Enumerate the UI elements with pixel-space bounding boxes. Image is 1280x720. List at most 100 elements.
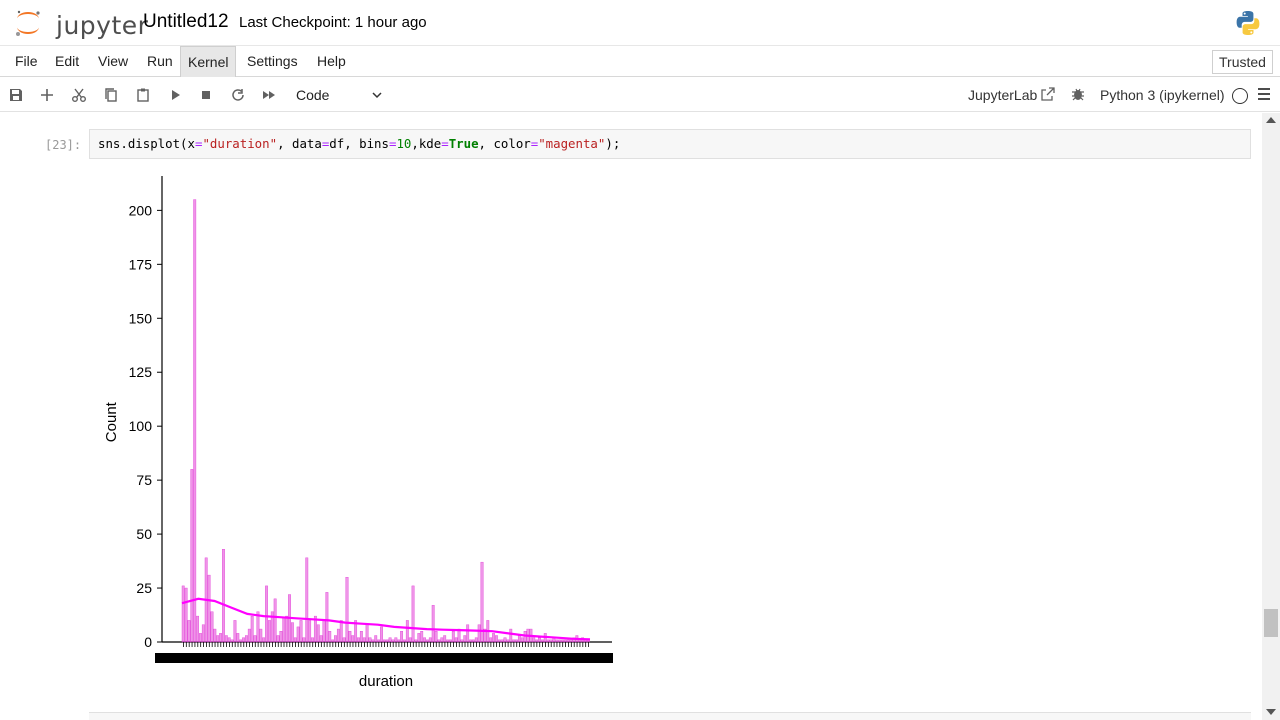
histogram-bar [305,557,309,643]
cut-button[interactable] [67,83,91,107]
histogram-bar [563,639,567,643]
stop-button[interactable] [194,83,218,107]
debugger-bug-icon[interactable] [1070,86,1086,102]
scrollbar-thumb[interactable] [1264,609,1278,637]
histogram-bar [311,637,314,643]
histogram-bar [316,624,320,643]
histogram-bar [242,637,245,643]
add-cell-button[interactable] [35,83,59,107]
histogram-bar [449,639,452,643]
histogram-bar [397,639,401,643]
histogram-bar [193,199,197,643]
jupyter-logo[interactable]: jupyter [12,7,148,40]
restart-icon [232,89,244,101]
save-icon [10,89,22,101]
run-icon [172,90,180,100]
copy-button[interactable] [99,83,123,107]
histogram-bar [265,585,268,643]
y-tick-label: 150 [129,310,153,326]
paste-button[interactable] [131,83,155,107]
histogram-bar [250,615,254,643]
y-tick-label: 50 [136,526,152,542]
menu-help[interactable]: Help [310,46,353,77]
histogram-bar [509,628,513,643]
histogram-bar [227,637,231,643]
histogram-bar [558,639,562,643]
histogram-bar [230,639,234,643]
histogram-bar [334,635,337,643]
run-button[interactable] [163,83,187,107]
y-axis-label: Count [103,401,120,442]
notebook-name[interactable]: Untitled12 [143,11,229,33]
histogram-bar [245,635,248,643]
y-tick-label: 0 [144,634,152,650]
histogram-bar [469,639,472,643]
histogram-bar [503,637,507,643]
histogram-bar [348,631,352,643]
menu-view[interactable]: View [91,46,135,77]
histogram-bar [219,633,222,643]
histogram-bar [224,635,228,643]
code-text: sns.displot(x="duration", data=df, bins=… [98,136,620,151]
next-cell[interactable] [89,712,1251,720]
histogram-bar [492,633,495,643]
restart-button[interactable] [226,83,250,107]
y-tick-label: 200 [129,202,153,218]
histogram-bar [342,637,346,643]
histogram-bar [279,631,283,643]
code-cell-input[interactable]: sns.displot(x="duration", data=df, bins=… [89,129,1251,159]
cut-icon [72,88,86,102]
histogram-bar [414,639,418,643]
jupyter-logo-text: jupyter [56,11,149,40]
histogram-bar [391,639,395,643]
histogram-bar [276,635,280,643]
jupyterlab-link[interactable]: JupyterLab [968,83,1037,107]
y-tick-label: 125 [129,364,153,380]
menu-settings[interactable]: Settings [240,46,305,77]
histogram-bar [285,615,289,643]
histogram-bar [210,611,214,643]
histogram-bar [440,637,444,643]
kernel-name[interactable]: Python 3 (ipykernel) [1100,83,1225,107]
histogram-bar [181,585,185,643]
x-axis-label: duration [359,673,413,690]
vertical-scrollbar[interactable] [1262,113,1280,720]
fast-forward-button[interactable] [257,83,281,107]
histogram-bar [535,639,539,643]
histogram-bar [561,639,564,643]
histogram-bar [262,637,266,643]
y-tick-label: 175 [129,256,153,272]
menu-icon[interactable] [1257,87,1271,101]
histogram-bar [474,637,478,643]
menu-kernel[interactable]: Kernel [180,46,237,77]
menu-file[interactable]: File [8,46,45,77]
cell-type-select[interactable]: Code [289,83,389,107]
trusted-indicator[interactable]: Trusted [1212,50,1273,74]
menu-bar: File Edit View Run Kernel Settings Help … [0,46,1280,77]
scroll-down-icon[interactable] [1266,709,1276,715]
top-header: jupyter Untitled12 Last Checkpoint: 1 ho… [0,0,1280,46]
histogram-bar [267,620,271,643]
external-link-icon[interactable] [1040,86,1056,102]
histogram-bar [222,549,225,643]
histogram-bar [497,639,501,643]
menu-edit[interactable]: Edit [48,46,86,77]
histogram-bar [374,635,378,643]
histogram-bar [196,615,200,643]
histogram-bar [431,605,435,643]
copy-icon [105,88,117,102]
checkpoint-status: Last Checkpoint: 1 hour ago [239,14,427,31]
histogram-bar [400,631,404,643]
histogram-bar [351,635,355,643]
histogram-bar [454,637,458,643]
histogram-bar [532,637,536,643]
histogram-bar [299,620,303,643]
histogram-bar [368,637,372,643]
menu-run[interactable]: Run [140,46,180,77]
histogram-bar [411,585,415,643]
scroll-up-icon[interactable] [1266,117,1276,123]
save-button[interactable] [4,83,28,107]
cell-type-value: Code [296,87,330,103]
histogram-bar [517,635,521,643]
histogram-bar [466,624,470,643]
